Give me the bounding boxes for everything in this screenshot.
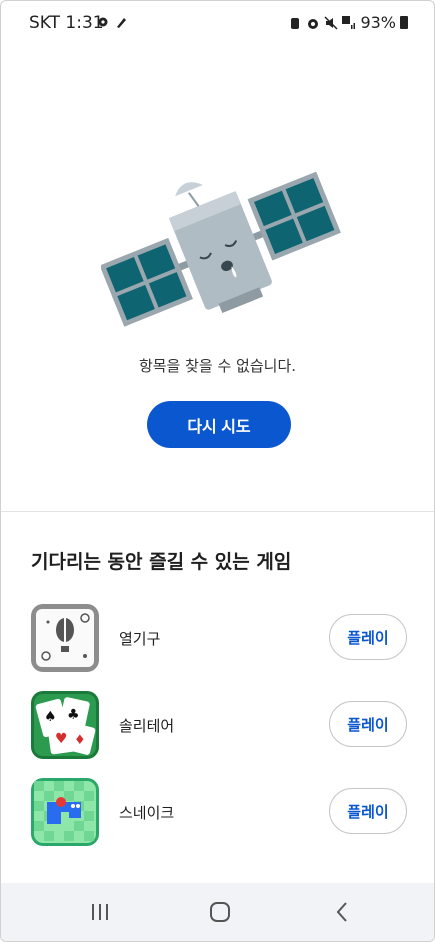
game-row-solitaire: ♠ ♣ ♥ ♦ 솔리테어 플레이 xyxy=(31,691,407,759)
section-divider xyxy=(1,511,434,512)
status-left-icons xyxy=(96,15,128,29)
mute-icon xyxy=(324,15,338,30)
back-icon[interactable] xyxy=(331,900,355,924)
tool-icon xyxy=(117,18,126,28)
games-section-title: 기다리는 동안 즐길 수 있는 게임 xyxy=(31,551,292,573)
retry-button[interactable]: 다시 시도 xyxy=(147,401,291,448)
play-button[interactable]: 플레이 xyxy=(329,614,407,660)
snake-game-icon[interactable] xyxy=(31,778,99,846)
battery-percent: 93% xyxy=(360,13,396,32)
game-name: 열기구 xyxy=(119,630,161,648)
hot-air-balloon-icon[interactable] xyxy=(31,604,99,672)
home-icon[interactable] xyxy=(208,900,232,924)
battery-icon xyxy=(400,16,408,29)
svg-text:♥: ♥ xyxy=(55,731,68,747)
play-button[interactable]: 플레이 xyxy=(329,701,407,747)
alarm-icon xyxy=(308,18,319,29)
game-name: 솔리테어 xyxy=(119,717,175,735)
app-screen: SKT 1:31 93% 항목을 찾을 수 없습니다. 다시 시도 기다리는 동… xyxy=(0,0,435,942)
solitaire-cards-icon[interactable]: ♠ ♣ ♥ ♦ xyxy=(31,691,99,759)
game-name: 스네이크 xyxy=(119,804,175,822)
play-button[interactable]: 플레이 xyxy=(329,788,407,834)
svg-text:♦: ♦ xyxy=(74,733,86,748)
recent-apps-icon[interactable] xyxy=(88,900,112,924)
status-right-icons: 93% xyxy=(288,13,408,32)
system-navigation-bar xyxy=(1,883,434,941)
sleeping-satellite-illustration xyxy=(101,171,341,327)
status-time: SKT 1:31 xyxy=(29,13,104,33)
game-row-balloon: 열기구 플레이 xyxy=(31,604,407,672)
game-row-snake: 스네이크 플레이 xyxy=(31,778,407,846)
sync-icon xyxy=(291,17,300,29)
not-found-message: 항목을 찾을 수 없습니다. xyxy=(138,357,297,375)
5g-signal-icon xyxy=(342,15,356,29)
status-bar: SKT 1:31 93% xyxy=(1,1,434,45)
settings-gear-icon xyxy=(98,17,108,27)
svg-text:♣: ♣ xyxy=(67,707,80,723)
svg-text:♠: ♠ xyxy=(44,709,57,725)
